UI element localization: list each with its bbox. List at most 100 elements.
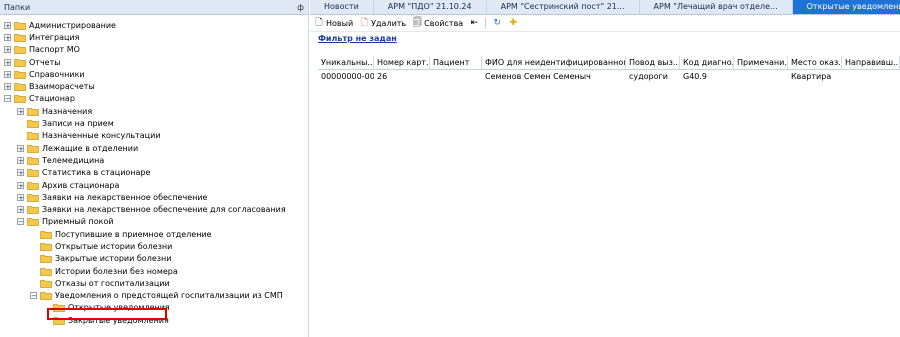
tree-item[interactable]: Записи на прием [0,117,308,129]
table-cell: судороги [629,72,668,81]
tree-item-label: Записи на прием [42,119,114,129]
tree-item[interactable]: + Справочники [0,68,308,80]
table-cell [842,70,900,83]
expand-icon[interactable]: + [4,33,11,41]
tree-item[interactable]: + Взаиморасчеты [0,80,308,92]
tree-item[interactable]: + Заявки на лекарственное обеспечение [0,191,308,203]
delete-button[interactable]: 🗋 Удалить [359,18,407,28]
folder-icon [14,94,26,104]
expand-icon[interactable]: + [17,206,24,214]
tree-item-label: Назначения [42,106,93,116]
expand-icon[interactable]: + [17,156,24,164]
folder-icon [40,291,52,301]
filter-link[interactable]: Фильтр не задан [310,32,900,46]
tab[interactable]: АРМ "ПДО" 21.10.24 [374,0,487,14]
table-row[interactable]: 00000000-00...26 Семенов Семен Семеныч суд… [318,70,900,83]
tree-item[interactable]: + Лежащие в отделении [0,142,308,154]
folder-icon [40,254,52,264]
tree-item-label: Закрытые истории болезни [55,254,172,264]
folder-icon [14,21,26,30]
tree-item[interactable]: Истории болезни без номера [0,265,308,277]
column-header[interactable]: Код диагно... [680,56,734,69]
column-header[interactable]: ФИО для неидентифицированного п... [482,56,626,69]
column-header[interactable]: Номер карт... [374,56,430,69]
expand-icon[interactable]: + [4,58,11,66]
column-header[interactable]: Место оказ... [788,56,842,69]
tree-item[interactable]: Закрытые уведомления [0,314,308,326]
tree-item[interactable]: + Телемедицина [0,154,308,166]
tree-item[interactable]: + Статистика в стационаре [0,167,308,179]
folder-icon [27,168,39,178]
tree-item[interactable]: − Уведомления о предстоящей госпитализаци… [0,290,308,302]
folders-panel-title: Папки [4,2,31,12]
folder-icon [27,193,39,202]
tree-item[interactable]: + Заявки на лекарственное обеспечение для… [0,203,308,215]
table-header: Уникальны... Номер карт... Пациент ФИО для … [318,56,900,70]
expand-icon[interactable]: + [17,144,24,152]
properties-button-label: Свойства [424,18,464,28]
tree-item[interactable]: − Приемный покой [0,216,308,228]
folder-icon [53,316,65,325]
collapse-icon[interactable]: − [4,95,11,103]
tree-item-label: Телемедицина [42,155,105,165]
tree-item[interactable]: − Стационар [0,93,308,105]
column-header[interactable]: Примечани... [734,56,788,69]
tree-item[interactable]: Открытые уведомления [0,302,308,314]
export-button[interactable]: ⇤ [469,18,479,28]
folder-icon [27,205,39,214]
tree-item[interactable]: Отказы от госпитализации [0,277,308,289]
properties-icon: 🗐 [412,18,422,28]
collapse-icon[interactable]: − [30,292,37,300]
folder-icon [14,58,26,67]
pin-icon[interactable]: ф [297,3,304,12]
delete-document-icon: 🗋 [360,18,368,28]
folders-panel: Папки ф + Администрирование + Интеграция + Па… [0,0,309,337]
expand-icon[interactable]: + [4,83,11,91]
folder-icon [40,279,52,288]
tree-item[interactable]: Открытые истории болезни [0,240,308,252]
tab[interactable]: Новости [310,0,374,14]
tree-item-label: Отчеты [29,57,61,67]
tab-bar: Новости АРМ "ПДО" 21.10.24 АРМ "Сестрински… [310,0,900,15]
table-cell: Квартира [791,72,832,81]
tab[interactable]: АРМ "Сестринский пост" 21... [487,0,640,14]
new-button[interactable]: 🗋 Новый [314,18,353,28]
tab[interactable]: АРМ "Лечащий врач отделе... [640,0,793,14]
tree-item[interactable]: Закрытые истории болезни [0,253,308,265]
collapse-icon[interactable]: − [17,218,24,226]
folder-icon [14,70,26,79]
expand-icon[interactable]: + [4,21,11,29]
expand-icon[interactable]: + [17,107,24,115]
tree-item[interactable]: + Назначения [0,105,308,117]
toolbar: 🗋 Новый 🗋 Удалить 🗐 Свойства ⇤ ↻ ✚ [310,15,900,32]
expand-icon[interactable]: + [17,181,24,189]
table-cell: Семенов Семен Семеныч [485,72,591,81]
tree-item[interactable]: + Отчеты [0,56,308,68]
add-filter-button[interactable]: ✚ [508,18,518,28]
delete-button-label: Удалить [371,18,407,28]
expand-icon[interactable]: + [4,46,11,54]
tree-item[interactable]: + Администрирование [0,19,308,31]
column-header[interactable]: Уникальны... [318,56,374,69]
column-header[interactable]: Повод выз... [626,56,680,69]
properties-button[interactable]: 🗐 Свойства [412,18,464,28]
table-cell: 26 [377,72,388,81]
folder-icon [27,217,39,227]
folder-icon [40,242,52,251]
tree-item[interactable]: Назначенные консультации [0,130,308,142]
expand-icon[interactable]: + [17,169,24,177]
tree-item-label: Справочники [29,69,85,79]
expand-icon[interactable]: + [17,193,24,201]
expand-icon[interactable]: + [4,70,11,78]
table-cell: 00000000-00... [321,72,374,81]
tab[interactable]: Открытые уведомления [792,0,900,14]
tree-item[interactable]: + Интеграция [0,31,308,43]
tree-item[interactable]: + Паспорт МО [0,44,308,56]
refresh-button[interactable]: ↻ [492,18,502,28]
tree-item-label: Открытые уведомления [68,303,170,313]
column-header[interactable]: Направивш... [842,56,900,69]
folder-icon [27,156,39,165]
tree-item[interactable]: + Архив стационара [0,179,308,191]
tree-item[interactable]: Поступившие в приемное отделение [0,228,308,240]
column-header[interactable]: Пациент [430,56,482,69]
